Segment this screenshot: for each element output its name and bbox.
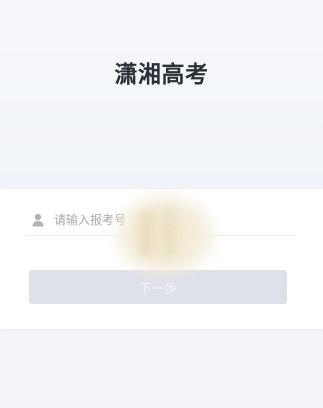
header-background bbox=[0, 0, 323, 190]
page-title: 潇湘高考 bbox=[114, 62, 209, 88]
user-icon bbox=[32, 213, 44, 227]
footer-background bbox=[0, 330, 323, 408]
blurred-overlay bbox=[110, 190, 220, 280]
